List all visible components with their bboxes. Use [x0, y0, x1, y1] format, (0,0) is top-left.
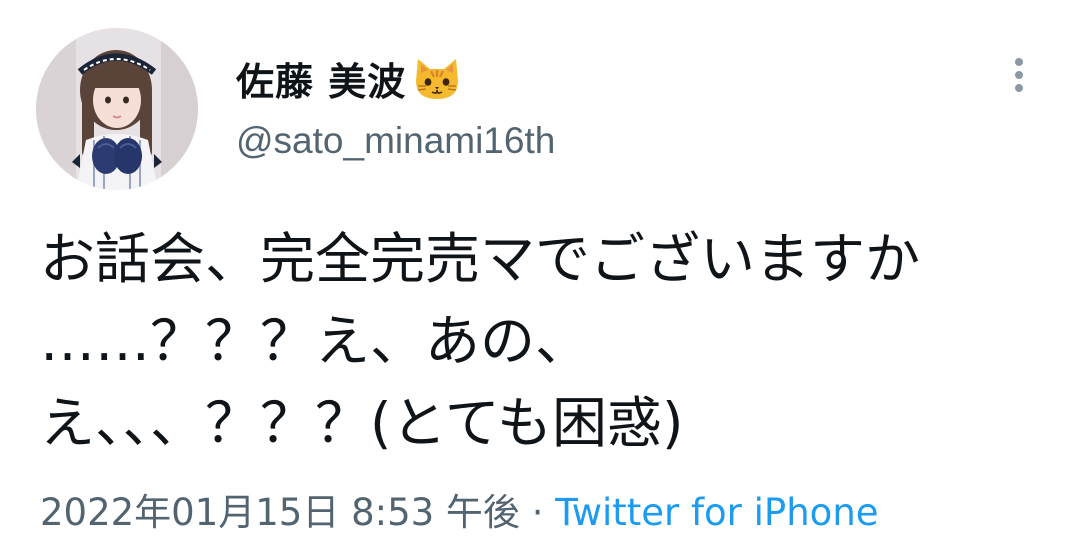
tweet-card: 佐藤 美波 @sato_minami16th お話会、完全完売マでございますか — [0, 0, 1080, 556]
user-handle[interactable]: @sato_minami16th — [236, 120, 555, 162]
more-options-button[interactable] — [1000, 52, 1040, 98]
tweet-meta: 2022年01月15日 8:53 午後 · Twitter for iPhone — [40, 482, 879, 536]
tweet-text-line: ……？？？え、あの、 — [40, 309, 591, 373]
tweet-text-line: え、、、？？？(とても困惑) — [40, 391, 684, 455]
tweet-text-line: お話会、完全完売マでございますか — [40, 227, 921, 291]
display-name-row: 佐藤 美波 — [236, 50, 462, 106]
source-link[interactable]: Twitter for iPhone — [555, 491, 878, 534]
cat-face-icon — [412, 55, 462, 101]
display-name[interactable]: 佐藤 美波 — [236, 51, 406, 106]
avatar-photo — [36, 28, 198, 190]
avatar[interactable] — [36, 28, 198, 190]
timestamp[interactable]: 2022年01月15日 8:53 午後 — [40, 491, 520, 534]
tweet-text: お話会、完全完売マでございますか ……？？？え、あの、 え、、、？？？(とても困… — [40, 218, 1050, 464]
meta-separator: · — [519, 491, 556, 534]
